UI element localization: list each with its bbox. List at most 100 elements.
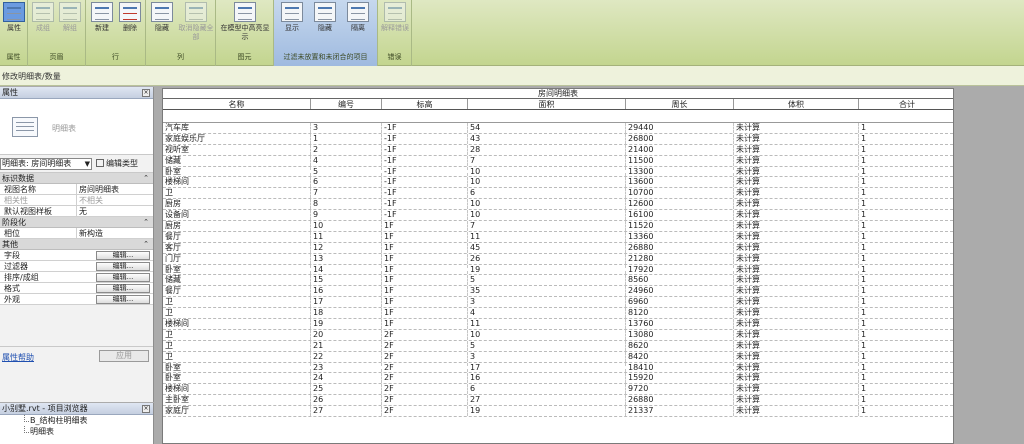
table-cell[interactable]: 汽车库 bbox=[163, 123, 311, 133]
table-cell[interactable]: 43 bbox=[468, 133, 626, 144]
table-cell[interactable]: 21337 bbox=[626, 406, 734, 417]
table-cell[interactable]: 1 bbox=[859, 330, 953, 340]
table-cell[interactable]: 8560 bbox=[626, 275, 734, 286]
delete-row-button[interactable]: 删除 bbox=[115, 2, 145, 50]
table-cell[interactable]: 1 bbox=[859, 199, 953, 209]
table-cell[interactable]: 设备间 bbox=[163, 210, 311, 221]
table-cell[interactable]: 未计算 bbox=[734, 210, 859, 221]
table-cell[interactable]: 储藏 bbox=[163, 275, 311, 286]
table-cell[interactable]: 26 bbox=[311, 395, 382, 406]
table-cell[interactable]: 未计算 bbox=[734, 351, 859, 362]
table-row[interactable]: 卧室 23 2F 17 18410 未计算 1 bbox=[163, 362, 953, 374]
table-cell[interactable]: 35 bbox=[468, 286, 626, 297]
table-cell[interactable]: 13300 bbox=[626, 166, 734, 177]
table-cell[interactable]: 楼梯间 bbox=[163, 177, 311, 188]
section-other[interactable]: 其他 ⌃ bbox=[0, 239, 153, 250]
table-cell[interactable]: 1 bbox=[859, 254, 953, 264]
column-header[interactable]: 周长 bbox=[626, 99, 734, 109]
table-cell[interactable]: 20 bbox=[311, 329, 382, 340]
table-cell[interactable]: 21 bbox=[311, 340, 382, 351]
table-row[interactable]: 汽车库 3 -1F 54 29440 未计算 1 bbox=[163, 123, 953, 134]
table-cell[interactable]: 21400 bbox=[626, 144, 734, 155]
table-cell[interactable]: 13600 bbox=[626, 177, 734, 188]
table-cell[interactable]: 5 bbox=[311, 166, 382, 177]
table-cell[interactable]: 9720 bbox=[626, 384, 734, 395]
table-cell[interactable]: 3 bbox=[468, 351, 626, 362]
edit-type-button[interactable]: 编辑类型 bbox=[96, 158, 138, 170]
table-cell[interactable]: -1F bbox=[382, 133, 468, 144]
table-cell[interactable]: 厨房 bbox=[163, 221, 311, 231]
table-cell[interactable]: 10700 bbox=[626, 188, 734, 199]
table-cell[interactable]: 1 bbox=[859, 167, 953, 177]
close-icon[interactable]: × bbox=[142, 89, 150, 97]
table-cell[interactable]: 2 bbox=[311, 144, 382, 155]
table-cell[interactable]: 28 bbox=[468, 144, 626, 155]
table-cell[interactable]: 10 bbox=[468, 199, 626, 210]
table-cell[interactable]: 2F bbox=[382, 351, 468, 362]
table-cell[interactable]: 卫 bbox=[163, 340, 311, 351]
browser-item[interactable]: 明细表 bbox=[0, 426, 153, 437]
table-cell[interactable]: 1F bbox=[382, 242, 468, 253]
table-cell[interactable]: 12 bbox=[311, 242, 382, 253]
table-cell[interactable]: 1 bbox=[859, 395, 953, 405]
table-row[interactable]: 餐厅 16 1F 35 24960 未计算 1 bbox=[163, 286, 953, 298]
table-cell[interactable]: 8420 bbox=[626, 351, 734, 362]
table-cell[interactable]: 未计算 bbox=[734, 319, 859, 329]
table-cell[interactable]: 卧室 bbox=[163, 362, 311, 373]
table-cell[interactable]: 15 bbox=[311, 275, 382, 286]
table-cell[interactable]: 10 bbox=[468, 177, 626, 188]
table-cell[interactable]: 27 bbox=[468, 395, 626, 406]
table-cell[interactable]: 11 bbox=[311, 231, 382, 242]
table-cell[interactable]: 12600 bbox=[626, 199, 734, 210]
table-cell[interactable]: 1 bbox=[859, 297, 953, 307]
table-cell[interactable]: 未计算 bbox=[734, 221, 859, 231]
table-cell[interactable]: 卫 bbox=[163, 297, 311, 308]
table-cell[interactable]: 16100 bbox=[626, 210, 734, 221]
table-cell[interactable]: 6 bbox=[468, 384, 626, 395]
table-cell[interactable]: 卫 bbox=[163, 308, 311, 319]
table-cell[interactable]: 1 bbox=[859, 406, 953, 416]
table-cell[interactable]: 1 bbox=[859, 352, 953, 362]
table-row[interactable]: 家庭娱乐厅 1 -1F 43 26800 未计算 1 bbox=[163, 133, 953, 145]
hide-column-button[interactable]: 隐藏 bbox=[147, 2, 177, 50]
table-cell[interactable]: 1F bbox=[382, 319, 468, 329]
table-cell[interactable]: 6 bbox=[311, 177, 382, 188]
table-row[interactable]: 设备间 9 -1F 10 16100 未计算 1 bbox=[163, 210, 953, 222]
table-cell[interactable]: 16 bbox=[468, 373, 626, 384]
table-row[interactable]: 储藏 4 -1F 7 11500 未计算 1 bbox=[163, 155, 953, 167]
table-cell[interactable]: 6 bbox=[468, 188, 626, 199]
table-cell[interactable]: 11500 bbox=[626, 155, 734, 166]
table-cell[interactable]: 餐厅 bbox=[163, 231, 311, 242]
table-cell[interactable]: 1 bbox=[311, 133, 382, 144]
table-row[interactable]: 楼梯间 19 1F 11 13760 未计算 1 bbox=[163, 319, 953, 330]
table-cell[interactable]: 29440 bbox=[626, 123, 734, 133]
table-cell[interactable]: 18 bbox=[311, 308, 382, 319]
table-cell[interactable]: 16 bbox=[311, 286, 382, 297]
table-cell[interactable]: 17920 bbox=[626, 264, 734, 275]
section-phasing[interactable]: 阶段化 ⌃ bbox=[0, 217, 153, 228]
table-cell[interactable]: 26800 bbox=[626, 133, 734, 144]
table-cell[interactable]: 17 bbox=[468, 362, 626, 373]
highlight-in-model-button[interactable]: 在模型中高亮显示 bbox=[219, 2, 271, 50]
new-row-button[interactable]: 新建 bbox=[87, 2, 117, 50]
table-cell[interactable]: 2F bbox=[382, 384, 468, 395]
table-cell[interactable]: 13760 bbox=[626, 319, 734, 329]
table-row[interactable]: 门厅 13 1F 26 21280 未计算 1 bbox=[163, 253, 953, 265]
table-cell[interactable]: 8620 bbox=[626, 340, 734, 351]
table-cell[interactable]: 1 bbox=[859, 221, 953, 231]
browser-item[interactable]: B_结构柱明细表 bbox=[0, 415, 153, 426]
edit-appearance-button[interactable]: 编辑... bbox=[96, 295, 150, 304]
table-cell[interactable]: 2F bbox=[382, 340, 468, 351]
table-cell[interactable]: 1 bbox=[859, 232, 953, 242]
table-row[interactable]: 卫 7 -1F 6 10700 未计算 1 bbox=[163, 188, 953, 200]
table-row[interactable]: 楼梯间 25 2F 6 9720 未计算 1 bbox=[163, 384, 953, 396]
table-cell[interactable]: 1 bbox=[859, 156, 953, 166]
table-cell[interactable]: 15920 bbox=[626, 373, 734, 384]
table-cell[interactable]: 27 bbox=[311, 406, 382, 417]
table-cell[interactable]: 1 bbox=[859, 265, 953, 275]
table-cell[interactable]: 19 bbox=[311, 319, 382, 329]
table-cell[interactable]: 19 bbox=[468, 264, 626, 275]
column-header[interactable]: 名称 bbox=[163, 99, 311, 109]
table-cell[interactable]: 未计算 bbox=[734, 144, 859, 155]
table-cell[interactable]: 卫 bbox=[163, 351, 311, 362]
